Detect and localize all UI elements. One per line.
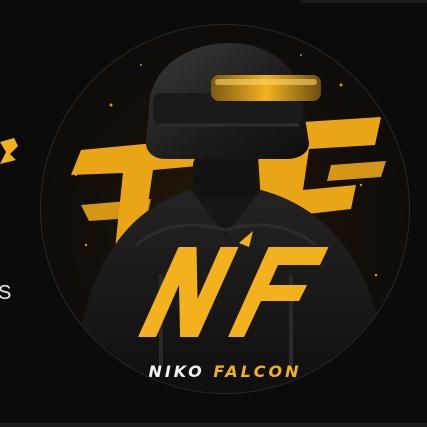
brand-first-word: NIKO xyxy=(148,362,205,381)
soldier-logo-icon xyxy=(41,25,409,393)
cropped-label-text: S xyxy=(0,282,12,304)
profile-view: S NIKO FALCON xyxy=(0,0,427,427)
partial-logo-icon xyxy=(0,138,18,164)
top-divider xyxy=(300,0,427,3)
avatar[interactable]: NIKO FALCON xyxy=(40,24,410,394)
bottom-divider xyxy=(0,423,427,427)
brand-name: NIKO FALCON xyxy=(41,362,409,381)
brand-last-word: FALCON xyxy=(213,362,302,381)
